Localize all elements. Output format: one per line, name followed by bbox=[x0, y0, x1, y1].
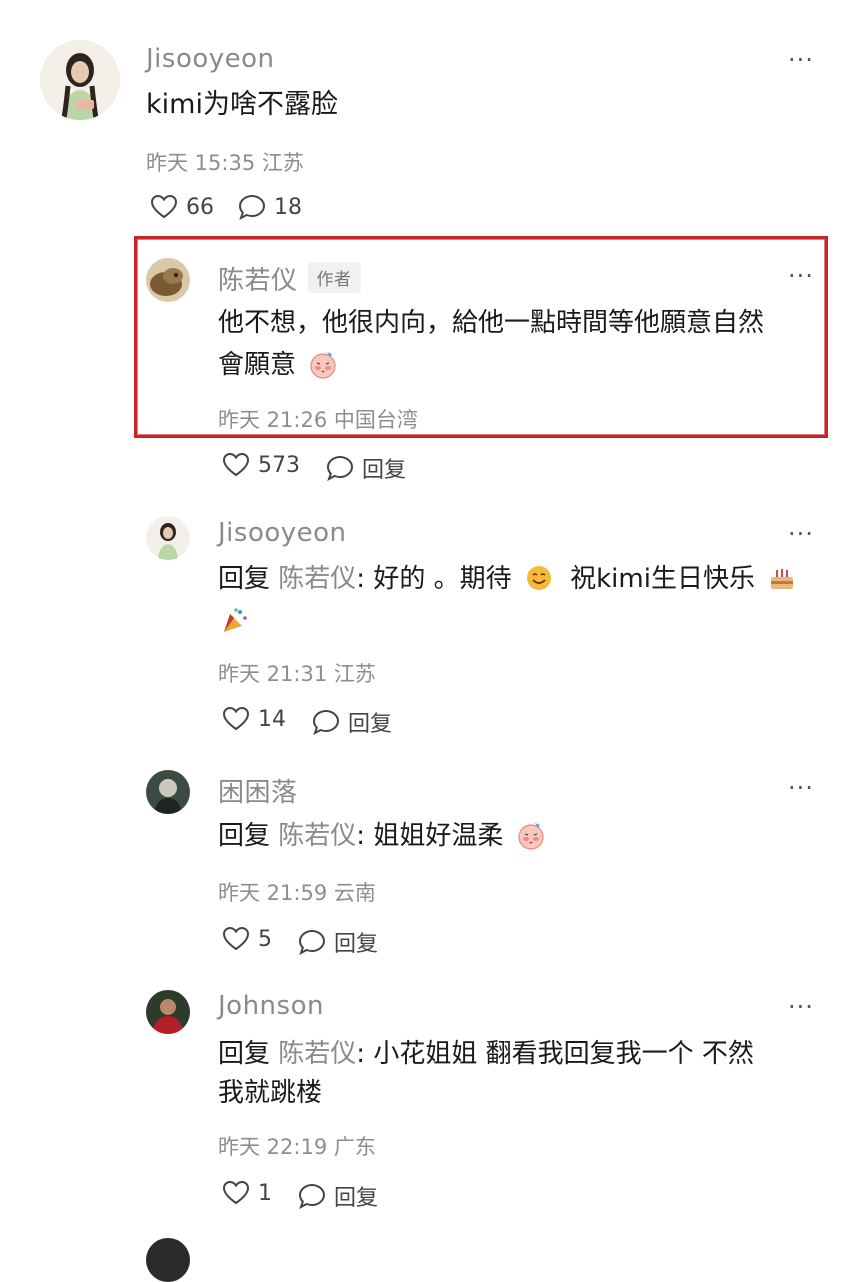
comment-replies-button[interactable]: 18 bbox=[238, 194, 302, 220]
avatar-image bbox=[40, 40, 120, 120]
avatar-image bbox=[146, 258, 190, 302]
avatar-johnson[interactable] bbox=[146, 990, 190, 1034]
like-count: 5 bbox=[258, 926, 272, 952]
reply-count: 18 bbox=[274, 194, 302, 220]
reply-username[interactable]: 陈若仪 作者 bbox=[218, 260, 361, 297]
blush-emoji-icon bbox=[310, 352, 336, 379]
avatar-jisooyeon[interactable] bbox=[146, 516, 190, 560]
avatar-kunkunluo[interactable] bbox=[146, 770, 190, 814]
avatar-next[interactable] bbox=[146, 1238, 190, 1282]
reply-text-line2: 我就跳楼 bbox=[218, 1078, 323, 1108]
birthday-cake-icon bbox=[771, 569, 794, 589]
reply-username[interactable]: Johnson bbox=[218, 991, 324, 1021]
reply-label: 回复 bbox=[348, 712, 393, 737]
speech-bubble-icon bbox=[238, 194, 266, 220]
avatar-image bbox=[146, 770, 190, 814]
avatar-chen-ruoyi[interactable] bbox=[146, 258, 190, 302]
author-tag: 作者 bbox=[307, 262, 361, 293]
like-button[interactable]: 14 bbox=[222, 706, 286, 732]
comment-meta: 昨天 15:35 江苏 bbox=[146, 147, 304, 177]
heart-outline-icon bbox=[222, 926, 250, 951]
more-dots-icon[interactable]: ··· bbox=[788, 264, 814, 288]
reply-meta: 昨天 22:19 广东 bbox=[218, 1135, 376, 1159]
speech-bubble-icon bbox=[298, 1183, 326, 1209]
reply-button[interactable]: 回复 bbox=[312, 706, 392, 738]
party-popper-icon bbox=[220, 606, 250, 640]
like-button[interactable]: 573 bbox=[222, 452, 300, 478]
reply-target-user[interactable]: 陈若仪 bbox=[278, 564, 356, 594]
more-dots-icon[interactable]: ··· bbox=[788, 522, 814, 546]
like-button[interactable]: 66 bbox=[150, 194, 214, 220]
comment-username[interactable]: Jisooyeon bbox=[146, 44, 275, 74]
more-dots-icon[interactable]: ··· bbox=[788, 776, 814, 800]
avatar-image bbox=[146, 990, 190, 1034]
reply-meta: 昨天 21:31 江苏 bbox=[218, 662, 376, 686]
heart-outline-icon bbox=[222, 1180, 250, 1205]
reply-target-user[interactable]: 陈若仪 bbox=[278, 821, 356, 851]
more-dots-icon[interactable]: ··· bbox=[788, 48, 814, 72]
reply-label: 回复 bbox=[334, 1186, 379, 1211]
reply-button[interactable]: 回复 bbox=[298, 926, 378, 958]
speech-bubble-icon bbox=[326, 455, 354, 481]
like-count: 573 bbox=[258, 452, 300, 478]
reply-button[interactable]: 回复 bbox=[298, 1180, 378, 1212]
reply-text-line2: 會願意 bbox=[218, 344, 338, 386]
comment-time: 昨天 15:35 bbox=[146, 151, 256, 175]
smile-emoji-icon bbox=[526, 566, 551, 590]
reply-label: 回复 bbox=[362, 458, 407, 483]
heart-outline-icon bbox=[222, 452, 250, 477]
reply-button[interactable]: 回复 bbox=[326, 452, 406, 484]
reply-text-line1: 回复 陈若仪: 小花姐姐 翻看我回复我一个 不然 bbox=[218, 1039, 754, 1069]
reply-text-line1: 回复 陈若仪: 好的 。期待 祝kimi生日快乐 bbox=[218, 558, 797, 600]
speech-bubble-icon bbox=[312, 709, 340, 735]
reply-username[interactable]: Jisooyeon bbox=[218, 518, 347, 548]
heart-outline-icon bbox=[150, 194, 178, 219]
more-dots-icon[interactable]: ··· bbox=[788, 995, 814, 1019]
reply-text-line1: 回复 陈若仪: 姐姐好温柔 bbox=[218, 815, 546, 857]
like-button[interactable]: 5 bbox=[222, 926, 272, 952]
heart-outline-icon bbox=[222, 706, 250, 731]
avatar-jisooyeon[interactable] bbox=[40, 40, 120, 120]
reply-meta: 昨天 21:59 云南 bbox=[218, 881, 376, 905]
reply-target-user[interactable]: 陈若仪 bbox=[278, 1039, 356, 1069]
comment-text: kimi为啥不露脸 bbox=[146, 89, 338, 120]
reply-label: 回复 bbox=[334, 932, 379, 957]
reply-meta: 昨天 21:26 中国台湾 bbox=[218, 408, 418, 432]
blush-emoji-icon bbox=[518, 823, 544, 850]
like-button[interactable]: 1 bbox=[222, 1180, 272, 1206]
like-count: 66 bbox=[186, 194, 214, 220]
comment-location: 江苏 bbox=[261, 151, 304, 175]
reply-text-line1: 他不想，他很内向，給他一點時間等他願意自然 bbox=[218, 308, 765, 338]
speech-bubble-icon bbox=[298, 929, 326, 955]
avatar-image bbox=[146, 516, 190, 560]
like-count: 14 bbox=[258, 706, 286, 732]
like-count: 1 bbox=[258, 1180, 272, 1206]
reply-username[interactable]: 困困落 bbox=[218, 772, 298, 809]
